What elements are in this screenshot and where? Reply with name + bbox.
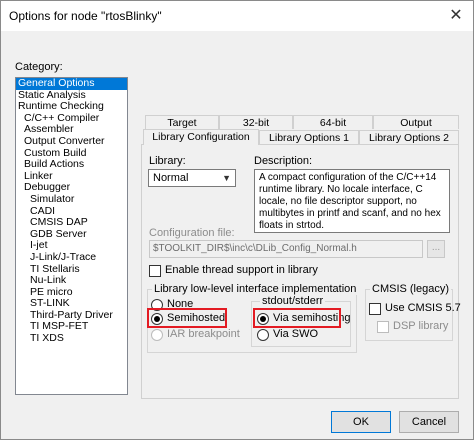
ok-button[interactable]: OK [331,411,391,433]
chevron-down-icon: ▼ [222,173,231,183]
options-dialog: Options for node "rtosBlinky" ✕ Category… [0,0,474,440]
config-file-input[interactable]: $TOOLKIT_DIR$\inc\c\DLib_Config_Normal.h [149,240,423,258]
category-item[interactable]: Nu-Link [16,274,127,287]
category-item[interactable]: J-Link/J-Trace [16,251,127,264]
cmsis-group-title: CMSIS (legacy) [370,283,452,295]
highlight-semihosted [147,308,227,328]
config-file-label: Configuration file: [149,227,235,239]
cancel-button[interactable]: Cancel [399,411,459,433]
stdout-group-title: stdout/stderr [260,295,326,307]
lowlevel-group-title: Library low-level interface implementati… [152,283,359,295]
dsp-library-label: DSP library [393,320,449,332]
title-bar: Options for node "rtosBlinky" ✕ [1,1,473,31]
category-list[interactable]: General Options Static Analysis Runtime Ch… [15,77,128,395]
tab-64-bit[interactable]: 64-bit [293,115,373,129]
library-select[interactable]: Normal ▼ [148,169,236,187]
radio-iar-breakpoint-label: IAR breakpoint [167,328,240,340]
close-icon[interactable]: ✕ [445,5,467,27]
library-select-value: Normal [153,172,189,184]
thread-support-label: Enable thread support in library [165,264,318,276]
description-text: A compact configuration of the C/C++14 r… [254,169,450,233]
tab-library-configuration[interactable]: Library Configuration [143,129,259,145]
radio-via-swo-label: Via SWO [273,328,319,340]
browse-button[interactable]: ... [427,240,445,258]
tab-32-bit[interactable]: 32-bit [219,115,293,129]
radio-iar-breakpoint[interactable] [151,329,163,341]
library-label: Library: [149,155,186,167]
description-label: Description: [254,155,313,167]
tab-library-options-2[interactable]: Library Options 2 [359,130,459,144]
category-item[interactable]: Simulator [16,193,127,206]
category-item[interactable]: General Options [16,78,127,90]
category-item[interactable]: Build Actions [16,159,127,171]
cmsis-group: CMSIS (legacy) [365,283,453,341]
category-item[interactable]: TI XDS [16,332,127,345]
category-label: Category: [15,61,63,73]
radio-via-swo[interactable] [257,329,269,341]
window-title: Options for node "rtosBlinky" [9,9,162,23]
dsp-library-checkbox[interactable] [377,321,389,333]
category-item[interactable]: Output Converter [16,135,127,148]
category-item[interactable]: CMSIS DAP [16,217,127,229]
use-cmsis-checkbox[interactable] [369,303,381,315]
thread-support-checkbox[interactable] [149,265,161,277]
use-cmsis-label: Use CMSIS 5.7 [385,302,461,314]
tab-target[interactable]: Target [145,115,219,129]
tab-output[interactable]: Output [373,115,459,129]
highlight-via-semihosting [253,308,341,328]
tab-library-options-1[interactable]: Library Options 1 [259,130,359,144]
